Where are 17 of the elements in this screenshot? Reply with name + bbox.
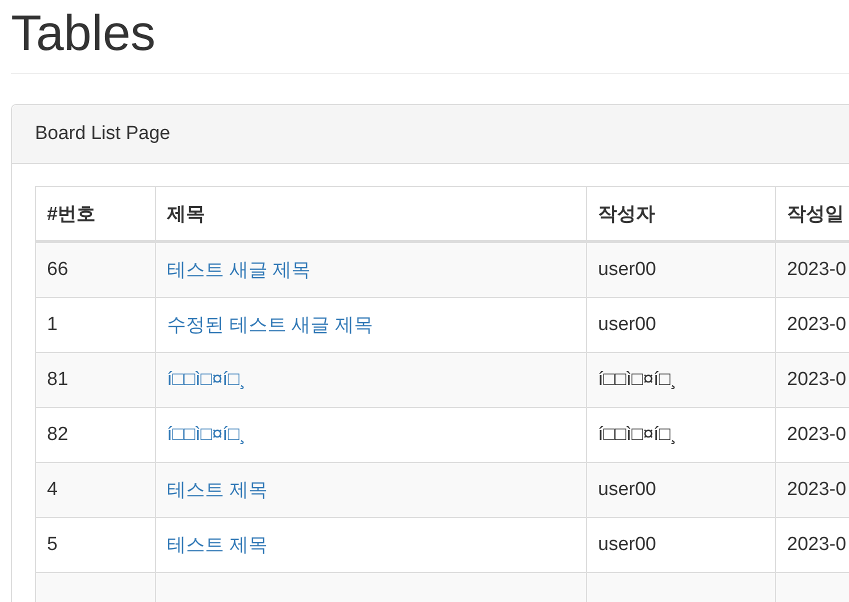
number-cell: 81: [36, 352, 156, 408]
date-cell: 2023-0: [776, 352, 849, 408]
title-link[interactable]: 수정된 테스트 새글 제목: [167, 315, 373, 336]
number-cell: 66: [36, 242, 156, 298]
date-cell: 2023-0: [776, 462, 849, 518]
title-link[interactable]: 테스트 새글 제목: [167, 260, 311, 281]
writer-cell: í□□ì□¤í□¸: [586, 352, 776, 408]
page-title: Tables: [11, 4, 156, 63]
title-link[interactable]: 테스트 제목: [167, 480, 268, 501]
writer-cell: user00: [586, 462, 776, 518]
writer-cell: user00: [586, 242, 776, 298]
number-cell: 4: [36, 462, 156, 518]
title-link[interactable]: í□□ì□¤í□¸: [167, 369, 246, 390]
title-link[interactable]: í□□ì□¤í□¸: [167, 424, 246, 445]
title-link[interactable]: 테스트 제목: [167, 535, 268, 556]
panel-title: Board List Page: [35, 123, 170, 145]
date-cell: 2023-0: [776, 242, 849, 298]
